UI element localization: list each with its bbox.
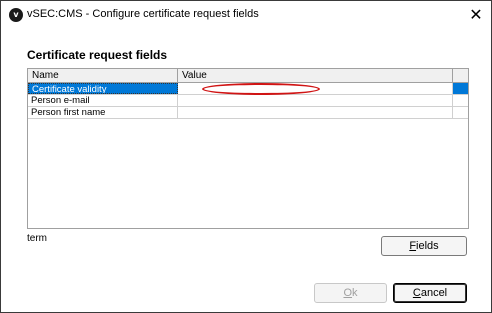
cell-extra[interactable] — [453, 95, 468, 106]
cancel-button[interactable]: Cancel — [393, 283, 467, 303]
dialog-window: v vSEC:CMS - Configure certificate reque… — [0, 0, 492, 313]
cancel-label: ancel — [420, 287, 448, 299]
fields-button[interactable]: Fields — [381, 236, 467, 256]
fields-grid[interactable]: Name Value Certificate validity Person e… — [27, 68, 469, 229]
cell-name[interactable]: Person first name — [28, 107, 178, 118]
fields-label: ields — [416, 240, 439, 252]
window-title: vSEC:CMS - Configure certificate request… — [27, 8, 259, 20]
column-header-name[interactable]: Name — [28, 69, 178, 83]
cell-value[interactable] — [178, 107, 453, 118]
cancel-mnemonic: C — [412, 287, 421, 299]
cell-extra[interactable] — [453, 83, 468, 94]
cell-name[interactable]: Certificate validity — [28, 83, 178, 94]
ok-label: k — [352, 287, 358, 299]
status-text: term — [27, 233, 47, 244]
annotation-highlight — [202, 83, 320, 95]
cell-value[interactable] — [178, 95, 453, 106]
section-title: Certificate request fields — [27, 48, 168, 62]
ok-mnemonic: O — [343, 287, 353, 299]
column-header-value[interactable]: Value — [178, 69, 453, 83]
app-logo-icon: v — [9, 8, 23, 22]
cell-name[interactable]: Person e-mail — [28, 95, 178, 106]
column-header-extra — [453, 69, 468, 83]
title-bar: v vSEC:CMS - Configure certificate reque… — [1, 1, 491, 29]
ok-button[interactable]: Ok — [314, 283, 387, 303]
table-row[interactable]: Person first name — [28, 107, 468, 119]
cell-extra[interactable] — [453, 107, 468, 118]
close-icon[interactable]: ✕ — [461, 1, 491, 29]
grid-header: Name Value — [28, 69, 468, 83]
table-row[interactable]: Person e-mail — [28, 95, 468, 107]
